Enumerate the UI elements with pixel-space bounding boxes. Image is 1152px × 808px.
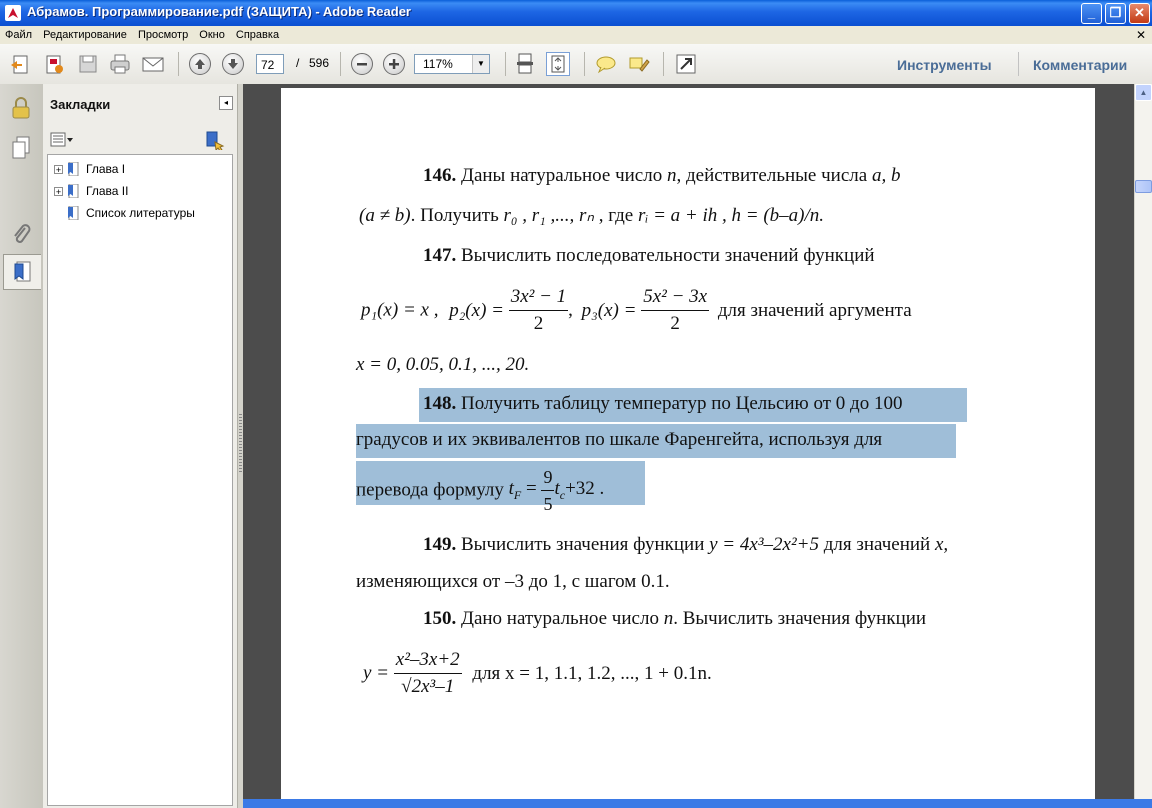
bookmark-icon xyxy=(67,161,79,177)
fit-page-icon[interactable] xyxy=(546,52,570,76)
fullscreen-icon[interactable] xyxy=(674,52,698,76)
problem-149-line2: изменяющихся от –3 до 1, с шагом 0.1. xyxy=(356,571,670,592)
create-pdf-icon[interactable] xyxy=(8,52,32,76)
attachments-icon[interactable] xyxy=(4,216,38,252)
problem-147-line3: x = 0, 0.05, 0.1, ..., 20. xyxy=(356,354,530,375)
bookmarks-panel-title: Закладки xyxy=(50,97,111,112)
comment-icon[interactable] xyxy=(594,52,618,76)
zoom-in-icon[interactable] xyxy=(382,52,406,76)
page-thumbnails-icon[interactable] xyxy=(4,130,38,166)
problem-146-line2: (a ≠ b). Получить r₀ , r₁ ,..., rₙ , где… xyxy=(359,205,825,226)
bookmark-icon xyxy=(67,183,79,199)
close-button[interactable]: ✕ xyxy=(1129,3,1150,24)
scrollbar-thumb[interactable] xyxy=(1135,180,1152,193)
menu-edit[interactable]: Редактирование xyxy=(43,26,127,44)
maximize-button[interactable]: ❐ xyxy=(1105,3,1126,24)
menu-help[interactable]: Справка xyxy=(236,26,279,44)
scroll-mode-icon[interactable] xyxy=(513,52,537,76)
minimize-button[interactable]: _ xyxy=(1081,3,1102,24)
bookmark-label: Глава I xyxy=(86,162,126,176)
window-title: Абрамов. Программирование.pdf (ЗАЩИТА) -… xyxy=(27,4,411,19)
bookmarks-panel: Закладки ◂ + Глава I + Глава II Список л… xyxy=(43,84,237,808)
document-view[interactable]: 146. Даны натуральное число n, действите… xyxy=(243,84,1134,808)
navigation-strip xyxy=(0,84,44,808)
page-separator: / xyxy=(296,56,300,70)
zoom-value: 117% xyxy=(423,57,453,71)
tools-pane-button[interactable]: Инструменты xyxy=(897,57,992,73)
expand-icon[interactable]: + xyxy=(54,186,63,196)
problem-147-formulas: p₁(x) = x , p₂(x) = 3x² − 12, p₃(x) = 5x… xyxy=(361,286,912,334)
highlight-icon[interactable] xyxy=(627,52,651,76)
bookmark-label: Список литературы xyxy=(86,206,195,220)
pdf-page: 146. Даны натуральное число n, действите… xyxy=(281,88,1095,808)
menu-bar: Файл Редактирование Просмотр Окно Справк… xyxy=(0,26,1152,44)
taskbar-strip xyxy=(243,799,1152,808)
bookmarks-tree: + Глава I + Глава II Список литературы xyxy=(47,154,233,806)
export-pdf-icon[interactable] xyxy=(42,52,66,76)
bookmarks-tab-icon[interactable] xyxy=(3,254,41,290)
next-page-icon[interactable] xyxy=(221,52,245,76)
vertical-scrollbar[interactable]: ▲ xyxy=(1134,84,1152,808)
page-total: 596 xyxy=(309,56,330,70)
problem-150-line1: 150. Дано натуральное число n. Вычислить… xyxy=(423,608,927,629)
toolbar: 72 / 596 117% ▼ Инструменты Комментарии xyxy=(0,44,1152,85)
print-icon[interactable] xyxy=(108,52,132,76)
collapse-panel-icon[interactable]: ◂ xyxy=(219,96,233,110)
zoom-select[interactable]: 117% ▼ xyxy=(414,54,490,74)
page-number-input[interactable]: 72 xyxy=(256,54,284,74)
bookmark-item[interactable]: + Глава II xyxy=(54,182,128,200)
bookmark-label: Глава II xyxy=(86,184,129,198)
bookmark-icon xyxy=(67,205,79,221)
comments-pane-button[interactable]: Комментарии xyxy=(1033,57,1127,73)
menu-window[interactable]: Окно xyxy=(199,26,225,44)
bookmark-item[interactable]: Список литературы xyxy=(67,204,195,222)
problem-150-formula: y = x²–3x+2 √2x³–1 для x = 1, 1.1, 1.2, .… xyxy=(363,649,712,697)
problem-146-line1: 146. Даны натуральное число n, действите… xyxy=(423,165,901,186)
problem-148-line3: перевода формулу tF = 9 5 tc+32 . xyxy=(356,464,604,517)
expand-icon[interactable]: + xyxy=(54,164,63,174)
problem-148-line1: 148. Получить таблицу температур по Цель… xyxy=(423,393,903,414)
lock-icon[interactable] xyxy=(4,90,38,126)
menu-view[interactable]: Просмотр xyxy=(138,26,188,44)
prev-page-icon[interactable] xyxy=(188,52,212,76)
adobe-reader-icon xyxy=(5,5,21,21)
bookmark-options-icon[interactable] xyxy=(50,132,74,148)
scroll-up-icon[interactable]: ▲ xyxy=(1135,84,1152,101)
zoom-out-icon[interactable] xyxy=(350,52,374,76)
close-document-icon[interactable]: ✕ xyxy=(1136,27,1146,43)
title-bar: Абрамов. Программирование.pdf (ЗАЩИТА) -… xyxy=(0,0,1152,26)
menu-file[interactable]: Файл xyxy=(5,26,32,44)
problem-147-line1: 147. Вычислить последовательности значен… xyxy=(423,245,875,266)
problem-148-line2: градусов и их эквивалентов по шкале Фаре… xyxy=(356,429,883,450)
email-icon[interactable] xyxy=(141,52,165,76)
save-icon[interactable] xyxy=(76,52,100,76)
expand-bookmark-icon[interactable] xyxy=(205,130,225,152)
problem-149-line1: 149. Вычислить значения функции y = 4x³–… xyxy=(423,534,949,555)
chevron-down-icon[interactable]: ▼ xyxy=(472,55,489,73)
bookmark-item[interactable]: + Глава I xyxy=(54,160,125,178)
